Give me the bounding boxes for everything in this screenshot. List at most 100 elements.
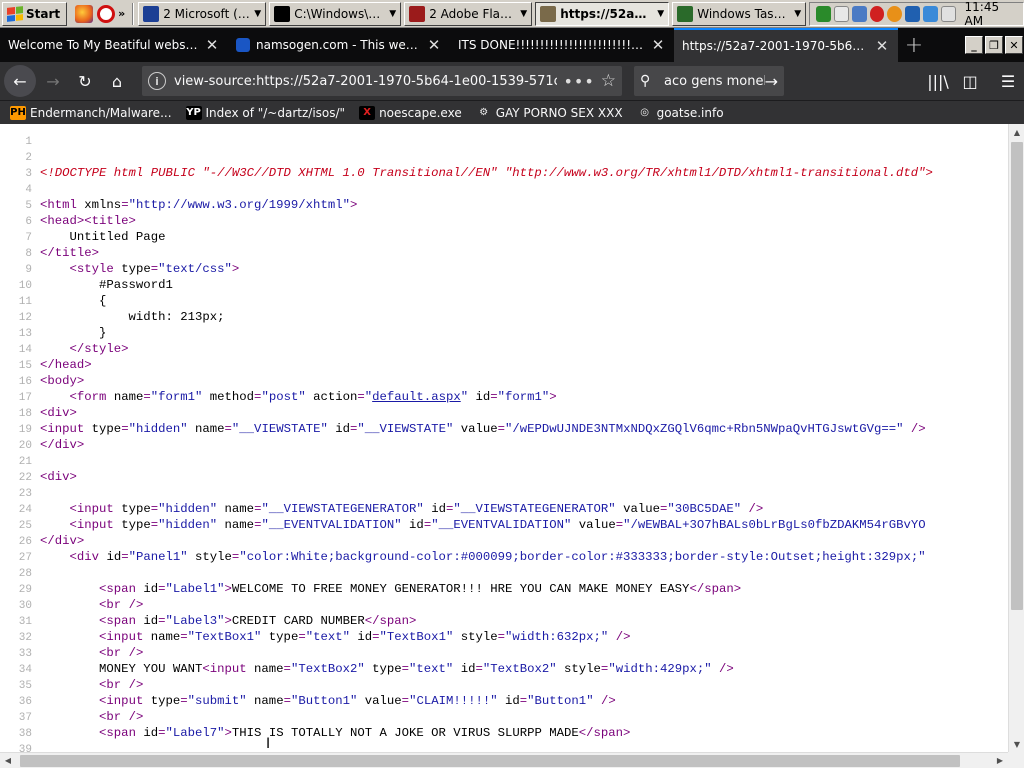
source-token: <br />: [99, 598, 144, 612]
source-token: >: [349, 198, 358, 212]
reload-icon[interactable]: ↻: [70, 66, 100, 96]
bookmark-item[interactable]: PH Endermanch/Malware...: [10, 105, 172, 120]
source-token: "Button1": [290, 694, 358, 708]
site-info-icon[interactable]: i: [148, 72, 166, 90]
close-tab-icon[interactable]: ✕: [204, 36, 220, 54]
bookmark-item[interactable]: ⚙ GAY PORNO SEX XXX: [476, 106, 622, 120]
bookmark-favicon-icon: X: [359, 105, 376, 120]
page-actions-icon[interactable]: •••: [563, 72, 594, 91]
back-arrow-icon[interactable]: ←: [4, 65, 36, 97]
source-token: =: [150, 262, 159, 276]
source-line: 19 <input type="hidden" name="__VIEWSTATE…: [0, 421, 1008, 437]
horizontal-scrollbar[interactable]: ◀ ▶: [0, 752, 1008, 768]
source-token[interactable]: default.aspx: [372, 390, 461, 404]
task-dropdown-icon[interactable]: ▼: [389, 9, 396, 19]
line-number: 17: [18, 392, 32, 404]
vertical-scrollbar[interactable]: ▲ ▼: [1008, 124, 1024, 752]
sidebar-icon[interactable]: ◫: [954, 66, 986, 96]
bookmark-item[interactable]: ◎ goatse.info: [637, 106, 723, 120]
bookmark-star-icon[interactable]: ☆: [601, 71, 616, 91]
taskbar-button[interactable]: Windows Task Man... ▼: [672, 1, 807, 26]
source-token: />: [711, 662, 734, 676]
source-line: 13 }: [0, 325, 1008, 341]
search-go-arrow-icon[interactable]: →: [765, 72, 778, 91]
task-dropdown-icon[interactable]: ▼: [254, 9, 261, 19]
bookmark-item[interactable]: Xnoescape.exe: [359, 105, 462, 120]
url-text[interactable]: view-source:https://52a7-2001-1970-5b64-…: [174, 74, 557, 89]
new-tab-icon[interactable]: +: [898, 28, 930, 62]
source-line: 11 {: [0, 293, 1008, 309]
windows-logo-icon: [7, 5, 23, 22]
tray-shield-icon[interactable]: [922, 5, 938, 22]
search-input[interactable]: асо gens moneh: [664, 74, 765, 89]
firefox-quicklaunch-icon[interactable]: [75, 4, 94, 23]
search-box[interactable]: ⚲ асо gens moneh →: [634, 66, 784, 96]
forward-arrow-icon[interactable]: →: [38, 66, 68, 96]
task-app-icon: [677, 5, 694, 22]
tray-app-icon[interactable]: [816, 5, 831, 22]
windows-taskbar: Start » 2 Microsoft (R) H...▼C:\Windows\…: [0, 0, 1024, 28]
source-token: [40, 726, 99, 740]
taskbar-button[interactable]: C:\Windows\Syste... ▼: [269, 1, 402, 26]
start-button[interactable]: Start: [2, 1, 68, 26]
vertical-scroll-thumb[interactable]: [1011, 142, 1023, 610]
browser-tab[interactable]: namsogen.com - This website is fo... ✕: [228, 28, 450, 62]
line-number: 23: [18, 488, 32, 500]
scroll-right-icon[interactable]: ▶: [992, 753, 1008, 768]
source-token: WELCOME TO FREE MONEY GENERATOR!!! HRE Y…: [231, 582, 690, 596]
bookmark-label: Endermanch/Malware...: [30, 105, 172, 120]
source-token: Untitled Page: [40, 230, 166, 244]
system-tray: 11:45 AM: [809, 0, 1024, 28]
source-line: 24 <input type="hidden" name="__VIEWSTAT…: [0, 501, 1008, 517]
line-number: 8: [25, 248, 32, 260]
tray-search-icon[interactable]: [887, 5, 903, 22]
browser-tab[interactable]: Welcome To My Beatiful website ✕: [0, 28, 228, 62]
taskbar-button[interactable]: 2 Adobe Flash Pla... ▼: [404, 1, 533, 26]
source-token: >: [231, 262, 240, 276]
taskbar-button[interactable]: 2 Microsoft (R) H...▼: [138, 1, 267, 26]
restore-icon[interactable]: ❐: [985, 36, 1003, 54]
quicklaunch-more-icon[interactable]: »: [115, 7, 128, 20]
task-dropdown-icon[interactable]: ▼: [794, 9, 801, 19]
line-number: 2: [25, 152, 32, 164]
tray-network-icon[interactable]: [851, 5, 867, 22]
home-icon[interactable]: ⌂: [102, 66, 132, 96]
scroll-left-icon[interactable]: ◀: [0, 753, 16, 768]
scroll-up-icon[interactable]: ▲: [1009, 124, 1024, 140]
source-token: </span>: [364, 614, 417, 628]
library-icon[interactable]: |||\: [922, 66, 954, 96]
close-tab-icon[interactable]: ✕: [650, 36, 666, 54]
tray-volume-icon[interactable]: [940, 5, 956, 22]
source-line: 25 <input type="hidden" name="__EVENTVAL…: [0, 517, 1008, 533]
source-token: =: [150, 502, 159, 516]
source-line: 18 <div>: [0, 405, 1008, 421]
scrollbar-corner: [1008, 752, 1024, 768]
task-app-icon: [274, 5, 291, 22]
bookmark-item[interactable]: YP Index of "/~dartz/isos/": [185, 105, 345, 120]
browser-tab[interactable]: ITS DONE!!!!!!!!!!!!!!!!!!!!!!!!!!!!!!!!…: [450, 28, 674, 62]
minimize-icon[interactable]: _: [965, 36, 983, 54]
tray-blocked-icon[interactable]: [869, 5, 885, 22]
scroll-down-icon[interactable]: ▼: [1009, 736, 1024, 752]
browser-tab[interactable]: https://52a7-2001-1970-5b64-1e00-1... ✕: [674, 28, 898, 62]
source-line: 27 <div id="Panel1" style="color:White;b…: [0, 549, 1008, 565]
task-label: https://52a7-20...: [560, 6, 653, 21]
horizontal-scroll-thumb[interactable]: [20, 754, 960, 767]
hamburger-menu-icon[interactable]: ☰: [992, 66, 1024, 96]
taskbar-button[interactable]: https://52a7-20... ▼: [535, 1, 670, 26]
source-token: <span: [99, 582, 144, 596]
close-window-icon[interactable]: ✕: [1005, 36, 1023, 54]
source-token: type: [121, 518, 151, 532]
tray-security-icon[interactable]: [905, 5, 920, 22]
close-tab-icon[interactable]: ✕: [426, 36, 442, 54]
source-token: =: [615, 518, 624, 532]
tray-document-icon[interactable]: [833, 5, 849, 22]
address-bar[interactable]: i view-source:https://52a7-2001-1970-5b6…: [142, 66, 622, 96]
close-tab-icon[interactable]: ✕: [874, 37, 890, 55]
task-dropdown-icon[interactable]: ▼: [520, 9, 527, 19]
source-token: [40, 710, 99, 724]
source-token: =: [121, 198, 129, 212]
opera-quicklaunch-icon[interactable]: [97, 4, 116, 23]
task-dropdown-icon[interactable]: ▼: [657, 9, 664, 19]
tab-title: namsogen.com - This website is fo...: [256, 38, 420, 52]
